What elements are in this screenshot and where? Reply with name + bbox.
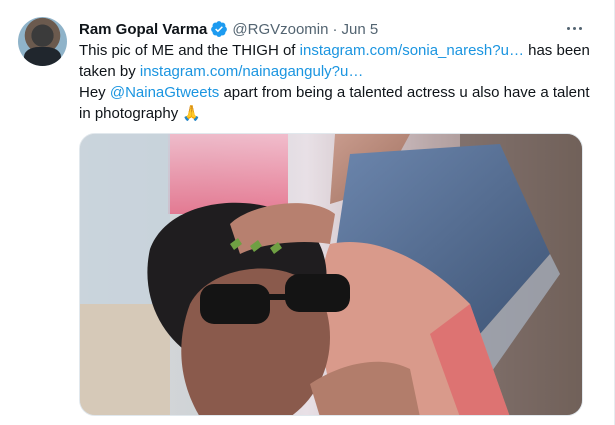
text-segment: Hey bbox=[79, 84, 110, 101]
photo-sofa bbox=[80, 304, 170, 415]
more-dot bbox=[578, 26, 582, 30]
text-segment: in photography 🙏 bbox=[79, 105, 202, 122]
more-options-icon[interactable] bbox=[562, 18, 586, 38]
tweet-header: Ram Gopal Varma @RGVzoomin · Jun 5 bbox=[79, 18, 594, 40]
text-segment: taken by bbox=[79, 63, 140, 80]
photo-sunglasses-left bbox=[200, 284, 270, 324]
author-name[interactable]: Ram Gopal Varma bbox=[79, 21, 207, 38]
tweet-text: This pic of ME and the THIGH of instagra… bbox=[79, 40, 599, 124]
more-dot bbox=[572, 26, 576, 30]
tweet[interactable]: Ram Gopal Varma @RGVzoomin · Jun 5 This … bbox=[0, 0, 615, 425]
photo-sunglasses-bridge bbox=[266, 294, 288, 300]
photo-sunglasses-right bbox=[285, 274, 350, 312]
tweet-photo[interactable] bbox=[79, 133, 583, 416]
instagram-link-naina[interactable]: instagram.com/nainaganguly?u… bbox=[140, 63, 363, 80]
author-handle[interactable]: @RGVzoomin bbox=[232, 21, 328, 38]
verified-badge-icon bbox=[211, 21, 228, 37]
more-dot bbox=[566, 26, 570, 30]
tweet-date[interactable]: Jun 5 bbox=[341, 21, 378, 38]
tweet-text-line: in photography 🙏 bbox=[79, 103, 599, 124]
tweet-text-line: This pic of ME and the THIGH of instagra… bbox=[79, 40, 599, 61]
text-segment: has been bbox=[523, 42, 590, 59]
instagram-link-sonia[interactable]: instagram.com/sonia_naresh?u… bbox=[300, 42, 524, 59]
avatar[interactable] bbox=[18, 17, 67, 66]
text-segment: apart from being a talented actress u al… bbox=[219, 84, 590, 101]
photo-image bbox=[80, 134, 582, 415]
avatar-shirt bbox=[24, 47, 61, 66]
mention-link[interactable]: @NainaGtweets bbox=[110, 84, 219, 101]
separator-dot: · bbox=[332, 20, 338, 38]
text-segment: This pic of ME and the THIGH of bbox=[79, 42, 300, 59]
photo-pink-light bbox=[168, 134, 288, 214]
tweet-text-line: Hey @NainaGtweets apart from being a tal… bbox=[79, 82, 599, 103]
tweet-text-line: taken by instagram.com/nainaganguly?u… bbox=[79, 61, 599, 82]
